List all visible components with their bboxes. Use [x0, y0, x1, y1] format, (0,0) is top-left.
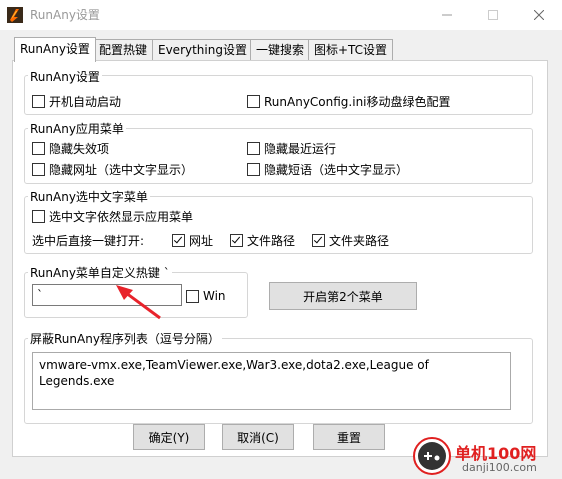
- watermark-logo: [412, 436, 452, 476]
- tab-runany-settings[interactable]: RunAny设置: [14, 37, 96, 62]
- annotation-arrow: [116, 285, 161, 320]
- watermark-url: danji100.com: [462, 461, 537, 474]
